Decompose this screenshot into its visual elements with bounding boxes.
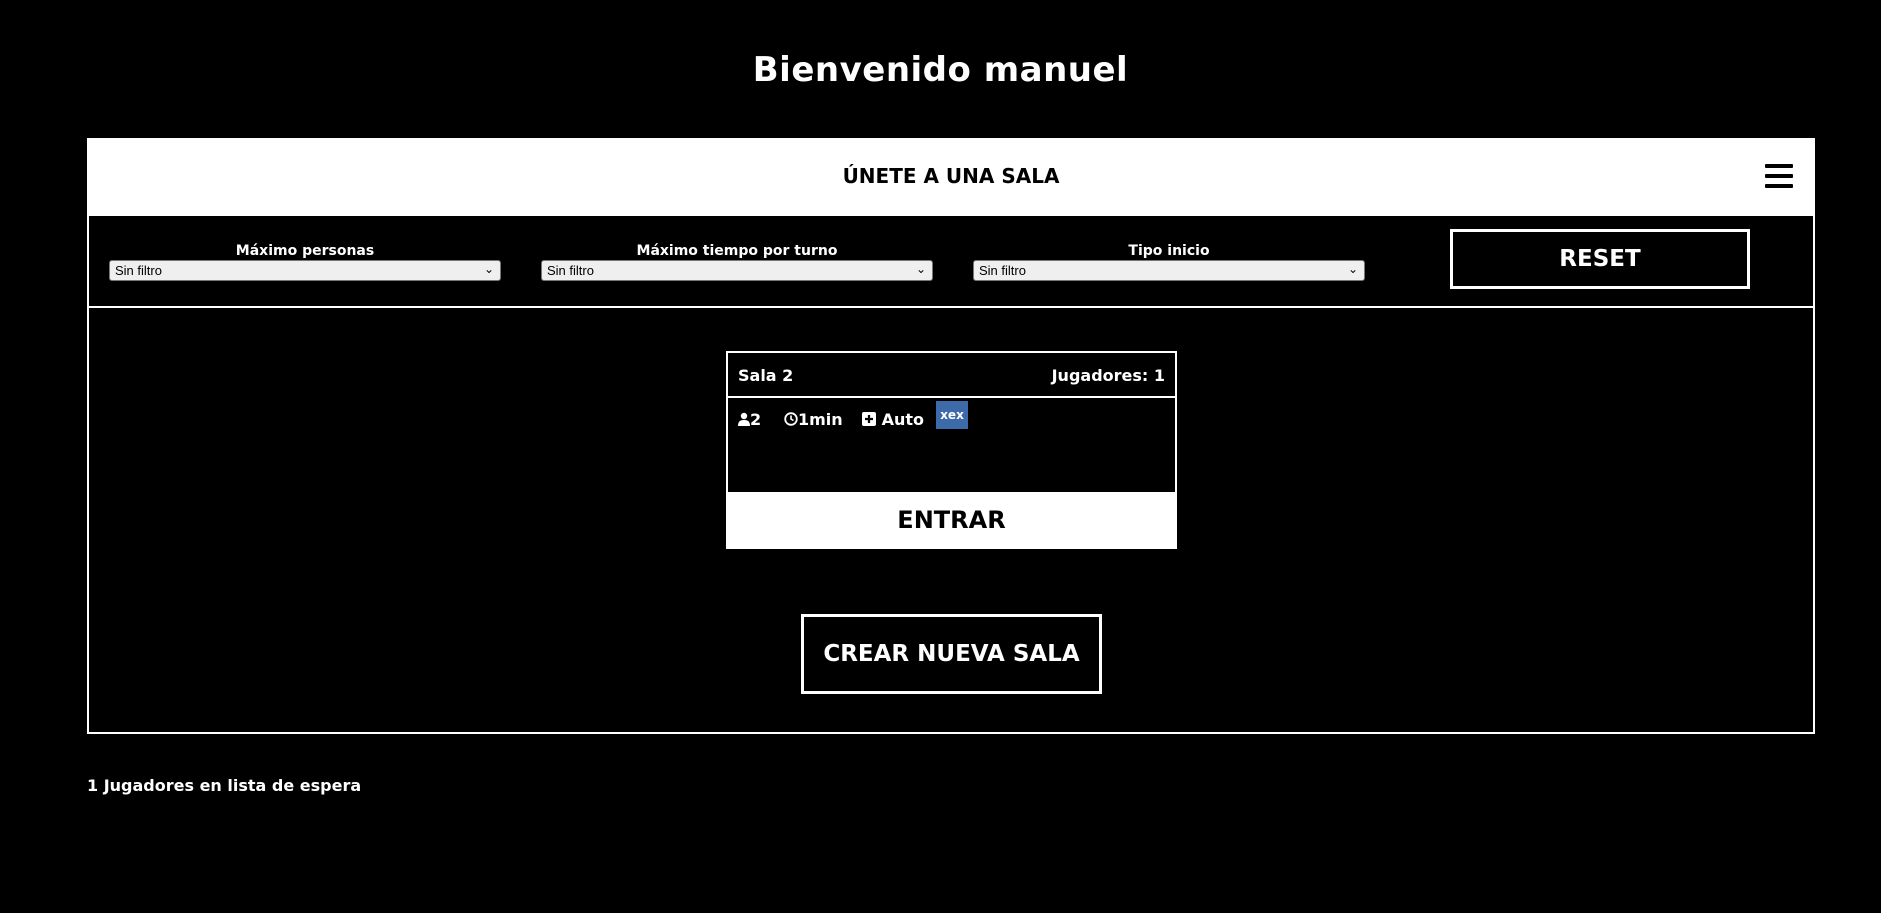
room-start-type: Auto xyxy=(862,410,924,429)
panel-title: ÚNETE A UNA SALA xyxy=(842,164,1060,188)
panel-header: ÚNETE A UNA SALA xyxy=(89,140,1813,216)
waiting-list-status: 1 Jugadores en lista de espera xyxy=(87,776,362,795)
rooms-panel: ÚNETE A UNA SALA Máximo personas Sin fil… xyxy=(87,138,1815,734)
chevron-down-icon: ⌄ xyxy=(1347,262,1358,276)
clock-icon xyxy=(784,412,798,426)
room-players-count: Jugadores: 1 xyxy=(1051,366,1165,385)
welcome-title: Bienvenido manuel xyxy=(752,50,1129,90)
filter-max-people-label: Máximo personas xyxy=(235,243,375,259)
plus-square-icon xyxy=(862,412,876,426)
chevron-down-icon: ⌄ xyxy=(483,262,494,276)
player-chip: xex xyxy=(936,401,968,429)
filter-max-time: Máximo tiempo por turno Sin filtro ⌄ xyxy=(541,243,933,281)
filter-start-type: Tipo inicio Sin filtro ⌄ xyxy=(973,243,1365,281)
reset-button[interactable]: RESET xyxy=(1450,229,1750,289)
room-card-header: Sala 2 Jugadores: 1 xyxy=(728,353,1175,398)
hamburger-menu-icon[interactable] xyxy=(1765,164,1793,190)
chevron-down-icon: ⌄ xyxy=(915,262,926,276)
create-room-button[interactable]: CREAR NUEVA SALA xyxy=(801,614,1102,694)
filter-max-time-select[interactable]: Sin filtro ⌄ xyxy=(541,260,933,281)
room-name: Sala 2 xyxy=(738,366,794,385)
enter-button[interactable]: ENTRAR xyxy=(726,492,1177,549)
filter-max-people: Máximo personas Sin filtro ⌄ xyxy=(109,243,501,281)
filters-bar: Máximo personas Sin filtro ⌄ Máximo tiem… xyxy=(89,216,1813,308)
filter-max-time-label: Máximo tiempo por turno xyxy=(636,243,838,259)
filter-start-type-label: Tipo inicio xyxy=(1128,243,1210,259)
filter-max-people-select[interactable]: Sin filtro ⌄ xyxy=(109,260,501,281)
room-card: Sala 2 Jugadores: 1 2 1min Auto xex ENTR… xyxy=(726,351,1177,549)
room-max-people: 2 xyxy=(738,410,761,429)
user-icon xyxy=(738,412,750,426)
filter-start-type-select[interactable]: Sin filtro ⌄ xyxy=(973,260,1365,281)
room-turn-time: 1min xyxy=(784,410,843,429)
